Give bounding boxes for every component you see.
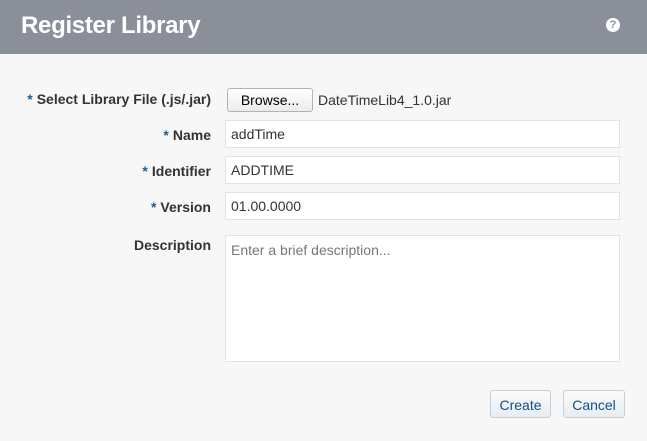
required-marker: * <box>150 199 157 215</box>
name-label-text: Name <box>172 127 211 143</box>
required-marker: * <box>27 91 33 107</box>
register-library-dialog: Register Library ? * Select Library File … <box>0 0 647 441</box>
dialog-body: * Select Library File (.js/.jar) Browse..… <box>0 54 647 441</box>
description-label: Description <box>133 237 211 253</box>
version-label: * Version <box>151 198 211 216</box>
identifier-label: * Identifier <box>142 162 211 180</box>
dialog-header: Register Library ? <box>0 0 647 54</box>
browse-button[interactable]: Browse... <box>227 88 313 112</box>
selected-file-name: DateTimeLib4_1.0.jar <box>318 92 452 108</box>
required-marker: * <box>163 127 169 143</box>
version-input[interactable] <box>225 192 620 220</box>
cancel-button[interactable]: Cancel <box>563 390 625 418</box>
help-icon[interactable]: ? <box>606 18 620 32</box>
name-label: * Name <box>163 126 211 144</box>
name-input[interactable] <box>225 120 620 148</box>
library-file-label-text: Select Library File (.js/.jar) <box>36 91 211 107</box>
dialog-title: Register Library <box>21 12 201 39</box>
library-file-label: * Select Library File (.js/.jar) <box>27 90 211 108</box>
identifier-input[interactable] <box>225 156 620 184</box>
create-button[interactable]: Create <box>490 390 551 418</box>
description-textarea[interactable] <box>225 235 620 362</box>
required-marker: * <box>142 163 148 179</box>
version-label-text: Version <box>160 199 211 215</box>
identifier-label-text: Identifier <box>151 163 211 179</box>
